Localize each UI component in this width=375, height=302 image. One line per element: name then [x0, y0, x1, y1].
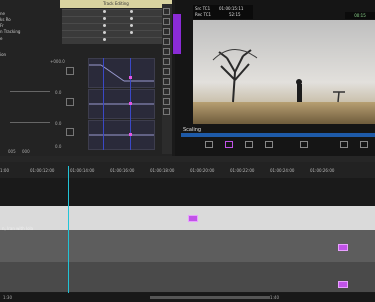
horizontal-scrollbar[interactable] — [150, 296, 270, 299]
track-label: n, Iran with Iola — [2, 226, 34, 231]
tool-icon[interactable] — [163, 78, 170, 85]
timecode-box: Src TC1 01:00:15:11 Rec TC1 52:15 — [193, 5, 253, 19]
timeline-track[interactable]: n, Iran with Iola — [0, 226, 375, 262]
keyframe-toggle-icon[interactable] — [66, 98, 74, 106]
tc-label-rec: Rec TC1 — [195, 12, 212, 17]
step-icon[interactable] — [300, 141, 308, 148]
graph-curve — [89, 134, 154, 136]
keyframe-dot[interactable] — [130, 31, 133, 34]
video-frame[interactable] — [193, 20, 375, 124]
ruler-tick: 01:00:18:00 — [150, 168, 175, 173]
mark-out-icon[interactable] — [245, 141, 253, 148]
param-row[interactable] — [62, 16, 162, 23]
keyframe-dot[interactable] — [103, 10, 106, 13]
tree-scene — [212, 49, 345, 103]
tool-icon[interactable] — [163, 8, 170, 15]
ruler-tick: 01:00:22:00 — [230, 168, 255, 173]
keyframe-dot[interactable] — [103, 38, 106, 41]
param-row[interactable] — [62, 23, 162, 30]
keyframe-graph[interactable] — [88, 120, 155, 150]
ruler-tick: 01:00:20:00 — [190, 168, 215, 173]
effect-marker[interactable] — [188, 215, 198, 222]
ruler-tick: 01:00:14:00 — [70, 168, 95, 173]
editor-label: ion — [0, 52, 7, 57]
keyframe-dot[interactable] — [130, 17, 133, 20]
effect-marker[interactable] — [338, 281, 348, 288]
play-icon[interactable] — [265, 141, 273, 148]
editor-title: Track Editing — [60, 0, 172, 8]
param-row[interactable] — [62, 30, 162, 37]
timeline-status-bar: 1:30 1:40 — [0, 293, 375, 302]
tc-value-src: 01:00:15:11 — [219, 6, 244, 11]
footer-value: 000 — [22, 149, 30, 154]
tool-icon[interactable] — [163, 98, 170, 105]
keyframe-dot[interactable] — [130, 24, 133, 27]
tool-icon[interactable] — [163, 68, 170, 75]
param-row[interactable] — [62, 37, 162, 44]
ruler-tick: 01:00:26:00 — [310, 168, 335, 173]
editor-playhead — [103, 58, 104, 150]
tool-icon[interactable] — [163, 88, 170, 95]
editor-label: ne — [0, 11, 5, 16]
editor-label: e — [0, 36, 3, 41]
param-slider[interactable] — [10, 122, 50, 123]
editor-label: Fr — [0, 23, 4, 28]
timeline-track[interactable] — [0, 262, 375, 292]
tc-value-rec: 52:15 — [229, 12, 241, 17]
editor-label: n Tracking — [0, 29, 21, 34]
timeline-playhead[interactable] — [68, 166, 69, 302]
keyframe-dot[interactable] — [103, 31, 106, 34]
keyframe-graph[interactable] — [88, 89, 155, 119]
mark-in-icon[interactable] — [205, 141, 213, 148]
composer-tab[interactable] — [173, 14, 181, 54]
timecode-display: 00:15 — [345, 12, 375, 19]
tool-icon[interactable] — [163, 28, 170, 35]
keyframe-graph[interactable] — [88, 58, 155, 88]
keyframe-point[interactable] — [129, 102, 132, 105]
param-value: 0.0 — [55, 90, 62, 95]
tool-icon[interactable] — [163, 58, 170, 65]
tc-label-src: Src TC1 — [195, 6, 211, 11]
ruler-tick: 1:00 — [0, 168, 9, 173]
viewer-position-bar[interactable] — [181, 133, 375, 137]
keyframe-toggle-icon[interactable] — [66, 67, 74, 75]
keyframe-toggle-icon[interactable] — [66, 128, 74, 136]
graph-curve — [89, 103, 154, 105]
keyframe-dot[interactable] — [103, 17, 106, 20]
param-row[interactable] — [62, 9, 162, 16]
param-value: 0.0 — [55, 144, 62, 149]
editor-label: ks Ro — [0, 17, 11, 22]
status-value: 1:30 — [3, 295, 12, 300]
footer-value: 005 — [8, 149, 16, 154]
effect-marker[interactable] — [338, 244, 348, 251]
param-value: 0.0 — [55, 121, 62, 126]
track-editor-panel: Track Editing ne ks Ro Fr n Tracking e i… — [0, 0, 172, 156]
keyframe-point[interactable] — [129, 133, 132, 136]
tool-icon[interactable] — [163, 38, 170, 45]
jump-icon[interactable] — [340, 141, 348, 148]
keyframe-point[interactable] — [129, 76, 132, 79]
add-keyframe-icon[interactable] — [225, 141, 233, 148]
tool-icon[interactable] — [163, 108, 170, 115]
ruler-tick: 01:00:24:00 — [270, 168, 295, 173]
loop-icon[interactable] — [360, 141, 368, 148]
tool-icon[interactable] — [163, 48, 170, 55]
ruler-tick: 01:00:12:00 — [30, 168, 55, 173]
graph-curve — [89, 64, 154, 82]
tool-icon[interactable] — [163, 18, 170, 25]
keyframe-dot[interactable] — [130, 10, 133, 13]
param-value: +000.0 — [50, 59, 65, 64]
ruler-tick: 01:00:16:00 — [110, 168, 135, 173]
status-value: 1:40 — [270, 295, 279, 300]
keyframe-dot[interactable] — [103, 24, 106, 27]
param-slider[interactable] — [10, 91, 50, 92]
